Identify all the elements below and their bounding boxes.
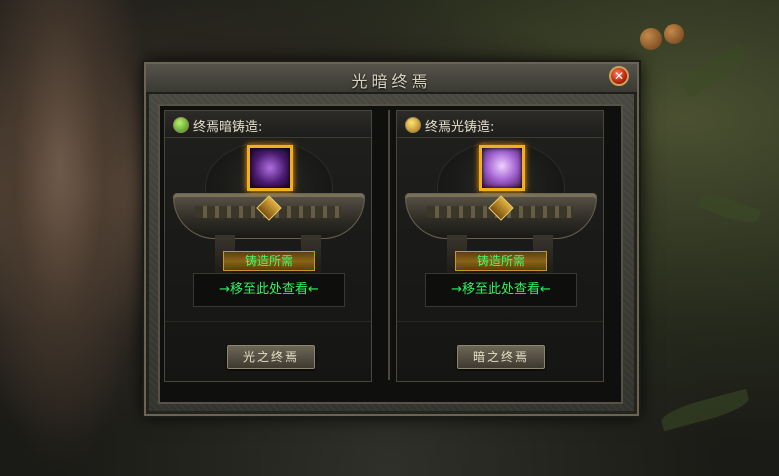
green-orb-icon	[173, 117, 189, 133]
panel-header: 终焉暗铸造:	[165, 111, 371, 138]
pink-light-crystal-icon[interactable]	[479, 145, 525, 191]
close-button[interactable]: ✕	[609, 66, 629, 86]
window-titlebar[interactable]: 光暗终焉 ✕	[146, 64, 637, 94]
requirement-label: 铸造所需	[223, 251, 315, 271]
move-here-slot[interactable]: →移至此处查看←	[193, 273, 345, 307]
panel-header: 终焉光铸造:	[397, 111, 603, 138]
forge-content: 终焉暗铸造: 铸造所需 →移至此处查看← 光之终焉 终焉光铸造: 铸造所需 →移…	[158, 104, 623, 404]
move-here-slot[interactable]: →移至此处查看←	[425, 273, 577, 307]
panel-title: 终焉光铸造:	[425, 120, 495, 135]
forge-window: 光暗终焉 ✕ 终焉暗铸造: 铸造所需 →移至此处查看← 光之终焉 终焉光铸造: …	[144, 62, 639, 416]
background-leaf	[698, 190, 762, 228]
dark-forge-panel: 终焉暗铸造: 铸造所需 →移至此处查看← 光之终焉	[164, 110, 372, 382]
background-leaf	[679, 43, 751, 99]
light-forge-panel: 终焉光铸造: 铸造所需 →移至此处查看← 暗之终焉	[396, 110, 604, 382]
divider	[397, 321, 603, 322]
requirement-label: 铸造所需	[455, 251, 547, 271]
panel-separator	[388, 110, 390, 380]
window-title: 光暗终焉	[351, 72, 432, 91]
dark-end-button[interactable]: 暗之终焉	[457, 345, 545, 369]
background-fruit	[640, 28, 662, 50]
gold-orb-icon	[405, 117, 421, 133]
divider	[165, 321, 371, 322]
panel-title: 终焉暗铸造:	[193, 120, 263, 135]
light-end-button[interactable]: 光之终焉	[227, 345, 315, 369]
purple-dark-crystal-icon[interactable]	[247, 145, 293, 191]
background-leaf	[658, 388, 752, 432]
background-character-art	[0, 0, 150, 476]
background-fruit	[664, 24, 684, 44]
